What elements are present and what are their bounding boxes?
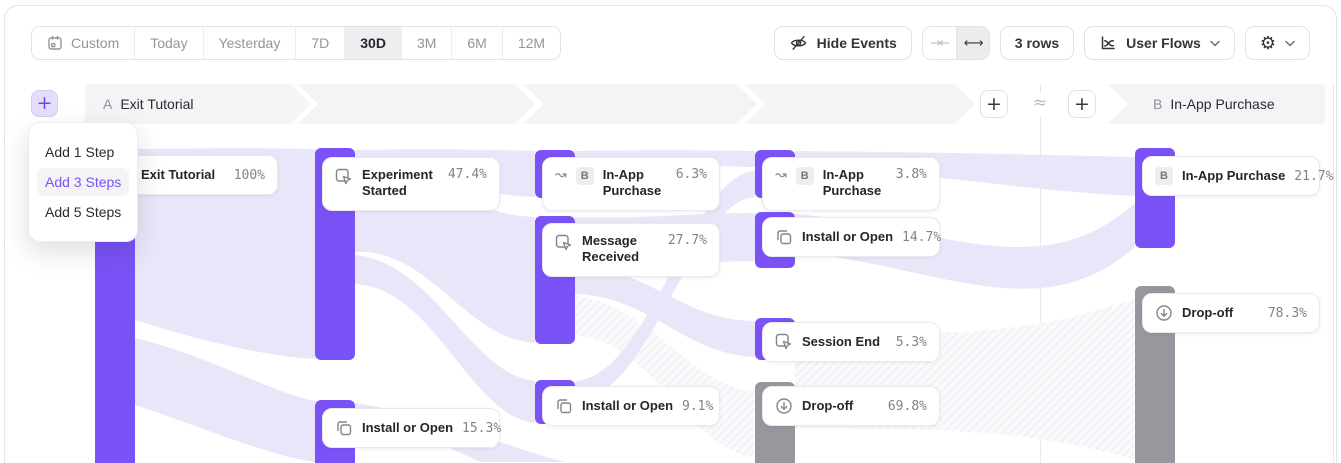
active-event-icon bbox=[775, 333, 793, 351]
install-squares-icon bbox=[335, 419, 353, 437]
node-label: Session End bbox=[802, 334, 880, 350]
collapse-columns-button[interactable]: →← bbox=[923, 27, 956, 59]
node-label: In-App Purchase bbox=[603, 167, 667, 199]
add-step-after-a-button[interactable]: + bbox=[980, 90, 1008, 118]
date-custom-button[interactable]: Custom bbox=[32, 27, 134, 59]
view-selector-dropdown[interactable]: User Flows bbox=[1084, 26, 1235, 60]
view-selector-label: User Flows bbox=[1126, 35, 1201, 51]
step-b-label: In-App Purchase bbox=[1170, 96, 1274, 112]
collapse-expand-control: →← ←→ bbox=[922, 26, 990, 60]
flow-node-in-app-purchase-step4[interactable]: ↝ B In-App Purchase 3.8% bbox=[762, 157, 940, 211]
step-b-header[interactable]: B In-App Purchase bbox=[1153, 84, 1275, 124]
date-12m-button[interactable]: 12M bbox=[502, 27, 560, 59]
flow-node-drop-off-final[interactable]: Drop-off 78.3% bbox=[1142, 293, 1320, 333]
node-label: Message Received bbox=[582, 233, 659, 265]
step-b-badge: B bbox=[576, 167, 594, 185]
add-step-left-button[interactable]: + bbox=[31, 90, 58, 117]
flows-chart-icon bbox=[1099, 34, 1117, 52]
step-b-badge: B bbox=[1153, 96, 1162, 112]
node-value: 9.1% bbox=[682, 399, 713, 414]
add-step-before-b-button[interactable]: + bbox=[1068, 90, 1096, 118]
toolbar-right-group: Hide Events →← ←→ 3 rows User Flows bbox=[774, 26, 1310, 60]
flow-node-drop-off-step4[interactable]: Drop-off 69.8% bbox=[762, 386, 940, 426]
flow-node-install-or-open-step3[interactable]: Install or Open 9.1% bbox=[542, 386, 720, 426]
step-b-badge: B bbox=[1155, 167, 1173, 185]
eye-off-icon bbox=[789, 34, 808, 52]
node-value: 5.3% bbox=[896, 335, 927, 350]
node-label: Drop-off bbox=[802, 398, 853, 414]
gear-icon: ⚙ bbox=[1260, 33, 1276, 54]
flow-node-session-end[interactable]: Session End 5.3% bbox=[762, 322, 940, 362]
redirect-arrow-icon: ↝ bbox=[555, 168, 567, 182]
expand-arrows-icon: ←→ bbox=[964, 36, 982, 51]
node-value: 100% bbox=[234, 168, 265, 183]
node-label: Drop-off bbox=[1182, 305, 1233, 321]
node-value: 6.3% bbox=[676, 167, 707, 182]
step-header-band bbox=[0, 84, 1341, 124]
date-range-picker: Custom Today Yesterday 7D 30D 3M 6M 12M bbox=[31, 26, 561, 60]
user-flows-panel: Custom Today Yesterday 7D 30D 3M 6M 12M … bbox=[0, 0, 1341, 463]
hide-events-label: Hide Events bbox=[817, 35, 897, 51]
active-event-icon bbox=[555, 234, 573, 252]
menu-item-add-1-step[interactable]: Add 1 Step bbox=[37, 138, 129, 166]
install-squares-icon bbox=[775, 228, 793, 246]
calendar-icon bbox=[47, 35, 63, 51]
node-value: 47.4% bbox=[448, 167, 487, 182]
date-6m-button[interactable]: 6M bbox=[451, 27, 501, 59]
node-value: 15.3% bbox=[462, 421, 501, 436]
step-a-badge: A bbox=[103, 96, 112, 112]
flow-node-experiment-started[interactable]: Experiment Started 47.4% bbox=[322, 157, 500, 211]
node-label: Install or Open bbox=[802, 229, 893, 245]
step-b-badge: B bbox=[796, 167, 814, 185]
node-value: 14.7% bbox=[902, 230, 941, 245]
step-a-label: Exit Tutorial bbox=[120, 96, 193, 112]
settings-button[interactable]: ⚙ bbox=[1245, 26, 1310, 60]
chevron-down-icon bbox=[1285, 40, 1295, 47]
node-label: Install or Open bbox=[582, 398, 673, 414]
step-a-header[interactable]: A Exit Tutorial bbox=[103, 84, 193, 124]
date-30d-button[interactable]: 30D bbox=[344, 27, 401, 59]
menu-item-add-5-steps[interactable]: Add 5 Steps bbox=[37, 198, 129, 226]
active-event-icon bbox=[335, 168, 353, 186]
redirect-arrow-icon: ↝ bbox=[775, 168, 787, 182]
node-value: 21.7% bbox=[1294, 169, 1333, 184]
node-value: 69.8% bbox=[888, 399, 927, 414]
drop-off-icon bbox=[775, 397, 793, 415]
expand-columns-button[interactable]: ←→ bbox=[956, 27, 989, 59]
drop-off-icon bbox=[1155, 304, 1173, 322]
flow-node-install-or-open-step2[interactable]: Install or Open 15.3% bbox=[322, 408, 500, 448]
add-steps-dropdown-menu: Add 1 Step Add 3 Steps Add 5 Steps bbox=[28, 122, 138, 242]
date-today-button[interactable]: Today bbox=[134, 27, 202, 59]
toolbar: Custom Today Yesterday 7D 30D 3M 6M 12M … bbox=[0, 26, 1341, 60]
approx-divider-icon: ≈ bbox=[1028, 93, 1052, 113]
menu-item-add-3-steps[interactable]: Add 3 Steps bbox=[37, 168, 129, 196]
collapse-arrows-icon: →← bbox=[930, 36, 948, 51]
rows-button[interactable]: 3 rows bbox=[1000, 26, 1074, 60]
node-label: Exit Tutorial bbox=[141, 167, 215, 183]
date-3m-button[interactable]: 3M bbox=[401, 27, 451, 59]
date-custom-label: Custom bbox=[71, 35, 119, 51]
node-value: 78.3% bbox=[1268, 306, 1307, 321]
install-squares-icon bbox=[555, 397, 573, 415]
chevron-down-icon bbox=[1210, 40, 1220, 47]
date-7d-button[interactable]: 7D bbox=[295, 27, 344, 59]
flow-node-in-app-purchase-final[interactable]: B In-App Purchase 21.7% bbox=[1142, 156, 1320, 196]
flow-node-install-or-open-step4[interactable]: Install or Open 14.7% bbox=[762, 217, 940, 257]
node-label: Install or Open bbox=[362, 420, 453, 436]
node-label: In-App Purchase bbox=[1182, 168, 1285, 184]
date-yesterday-button[interactable]: Yesterday bbox=[203, 27, 296, 59]
flow-node-in-app-purchase-step3[interactable]: ↝ B In-App Purchase 6.3% bbox=[542, 157, 720, 211]
node-label: Experiment Started bbox=[362, 167, 439, 199]
flow-node-message-received[interactable]: Message Received 27.7% bbox=[542, 223, 720, 277]
hide-events-button[interactable]: Hide Events bbox=[774, 26, 912, 60]
node-label: In-App Purchase bbox=[823, 167, 887, 199]
node-value: 3.8% bbox=[896, 167, 927, 182]
node-value: 27.7% bbox=[668, 233, 707, 248]
